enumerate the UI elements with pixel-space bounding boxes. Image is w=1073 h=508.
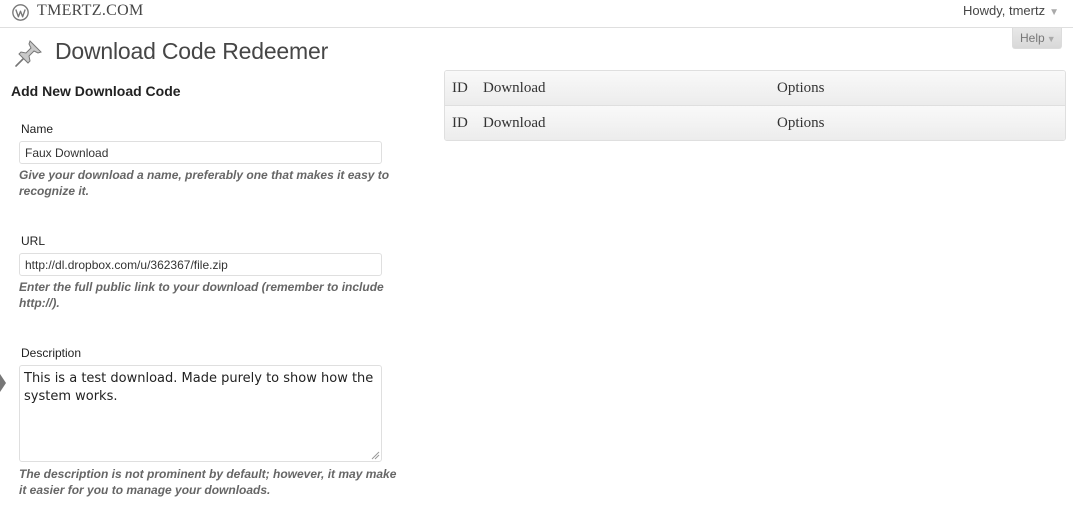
- column-footer-download[interactable]: Download: [483, 115, 546, 132]
- collapse-arrow-icon[interactable]: [0, 374, 6, 392]
- url-hint: Enter the full public link to your downl…: [19, 280, 384, 310]
- column-header-options[interactable]: Options: [777, 80, 825, 97]
- help-tab-button[interactable]: Help ▼: [1012, 28, 1062, 49]
- form-title: Add New Download Code: [11, 83, 181, 99]
- name-hint: Give your download a name, preferably on…: [19, 168, 390, 198]
- name-field[interactable]: [19, 141, 382, 164]
- table-header-row: ID Download Options: [445, 71, 1065, 106]
- admin-bar: TMERTZ.COM Howdy, tmertz ▼: [0, 0, 1073, 28]
- url-label: URL: [21, 234, 46, 248]
- column-footer-id[interactable]: ID: [452, 115, 468, 132]
- url-field[interactable]: [19, 253, 382, 276]
- column-header-download[interactable]: Download: [483, 80, 546, 97]
- description-label: Description: [21, 346, 82, 360]
- downloads-table: ID Download Options ID Download Options: [444, 70, 1066, 141]
- name-label: Name: [21, 122, 54, 136]
- site-name-link[interactable]: TMERTZ.COM: [37, 2, 143, 20]
- description-textarea[interactable]: This is a test download. Made purely to …: [19, 365, 382, 462]
- chevron-down-icon: ▼: [1046, 34, 1056, 44]
- pushpin-icon: [15, 40, 42, 67]
- page-title: Download Code Redeemer: [55, 38, 329, 64]
- column-footer-options[interactable]: Options: [777, 115, 825, 132]
- help-label: Help: [1020, 31, 1045, 45]
- description-hint: The description is not prominent by defa…: [19, 467, 397, 497]
- user-menu[interactable]: Howdy, tmertz ▼: [963, 3, 1059, 18]
- column-header-id[interactable]: ID: [452, 80, 468, 97]
- wordpress-logo-icon[interactable]: [12, 4, 29, 21]
- user-greeting: Howdy, tmertz: [962, 3, 1046, 18]
- resize-handle-icon[interactable]: [370, 450, 380, 460]
- table-footer-row: ID Download Options: [445, 106, 1065, 140]
- chevron-down-icon: ▼: [1049, 7, 1059, 18]
